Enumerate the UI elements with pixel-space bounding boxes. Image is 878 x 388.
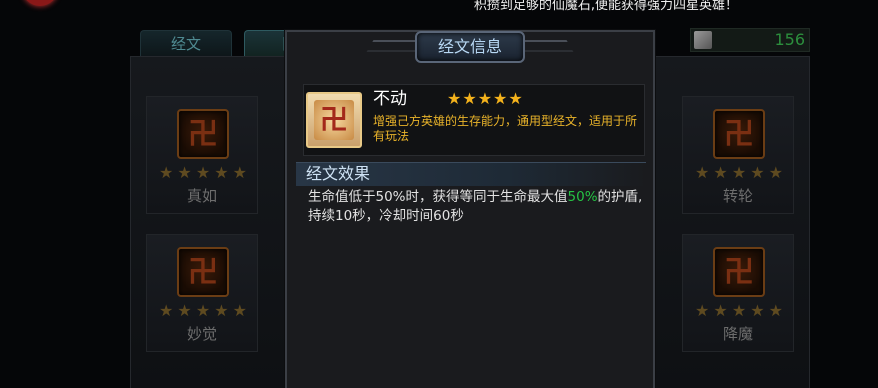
card-stars: ★ ★ ★ ★ ★ [159, 165, 247, 181]
card-name: 降魔 [722, 325, 753, 343]
star-icon: ★ [768, 301, 783, 320]
currency-value: 156 [774, 30, 805, 49]
effect-section-header: 经文效果 [296, 162, 646, 186]
star-icon: ★ [695, 163, 710, 182]
star-icon: ★ [195, 301, 211, 320]
star-icon: ★ [508, 89, 523, 108]
star-icon: ★ [750, 301, 765, 320]
scripture-emblem-icon: 卍 [713, 109, 765, 159]
star-icon: ★ [177, 301, 192, 320]
scripture-item-icon: 卍 [306, 92, 362, 148]
star-icon: ★ [195, 163, 211, 182]
star-icon: ★ [477, 89, 493, 108]
currency-display: 156 [690, 28, 810, 52]
effect-description: 生命值低于50%时，获得等同于生命最大值50%的护盾,持续10秒，冷却时间60秒 [308, 188, 644, 226]
star-icon: ★ [713, 163, 728, 182]
star-icon: ★ [713, 301, 728, 320]
item-stars: ★ ★ ★ ★ ★ [447, 91, 523, 107]
effect-highlight-value: 50% [567, 189, 598, 205]
effect-text-part1: 生命值低于50%时，获得等同于生命最大值 [308, 189, 568, 205]
star-icon: ★ [214, 163, 229, 182]
title-plate: 经文信息 [415, 31, 525, 63]
star-icon: ★ [493, 89, 508, 108]
dialog-title-bar: 经文信息 [366, 28, 574, 66]
star-icon: ★ [232, 301, 247, 320]
card-name: 转轮 [722, 187, 753, 205]
star-icon: ★ [695, 301, 710, 320]
top-banner-text: 积攒到足够的仙魔石,便能获得强力四星英雄！ [473, 0, 738, 13]
card-stars: ★ ★ ★ ★ ★ [695, 165, 783, 181]
scripture-emblem-icon: 卍 [713, 247, 765, 297]
star-icon: ★ [159, 163, 174, 182]
scripture-card-xiangmo[interactable]: 卍 ★ ★ ★ ★ ★ 降魔 [682, 234, 794, 352]
item-description: 增强己方英雄的生存能力，通用型经文，适用于所有玩法 [373, 114, 638, 143]
star-icon: ★ [214, 301, 229, 320]
card-name: 真如 [186, 187, 217, 205]
star-icon: ★ [177, 163, 192, 182]
star-icon: ★ [232, 163, 247, 182]
card-name: 妙觉 [186, 325, 217, 343]
scripture-emblem-icon: 卍 [177, 109, 229, 159]
card-stars: ★ ★ ★ ★ ★ [695, 303, 783, 319]
star-icon: ★ [768, 163, 783, 182]
dialog-title: 经文信息 [437, 37, 502, 56]
star-icon: ★ [159, 301, 174, 320]
scripture-card-zhenru[interactable]: 卍 ★ ★ ★ ★ ★ 真如 [146, 96, 258, 214]
scripture-card-miaojue[interactable]: 卍 ★ ★ ★ ★ ★ 妙觉 [146, 234, 258, 352]
tab-scripture[interactable]: 经文 [140, 30, 232, 58]
scripture-emblem-icon: 卍 [177, 247, 229, 297]
card-stars: ★ ★ ★ ★ ★ [159, 303, 247, 319]
effect-header-label: 经文效果 [306, 164, 371, 183]
item-name: 不动 [373, 89, 407, 109]
stone-icon [694, 31, 712, 49]
star-icon: ★ [731, 163, 747, 182]
star-icon: ★ [462, 89, 477, 108]
scripture-card-zhuanlun[interactable]: 卍 ★ ★ ★ ★ ★ 转轮 [682, 96, 794, 214]
star-icon: ★ [447, 89, 462, 108]
star-icon: ★ [731, 301, 747, 320]
star-icon: ★ [750, 163, 765, 182]
